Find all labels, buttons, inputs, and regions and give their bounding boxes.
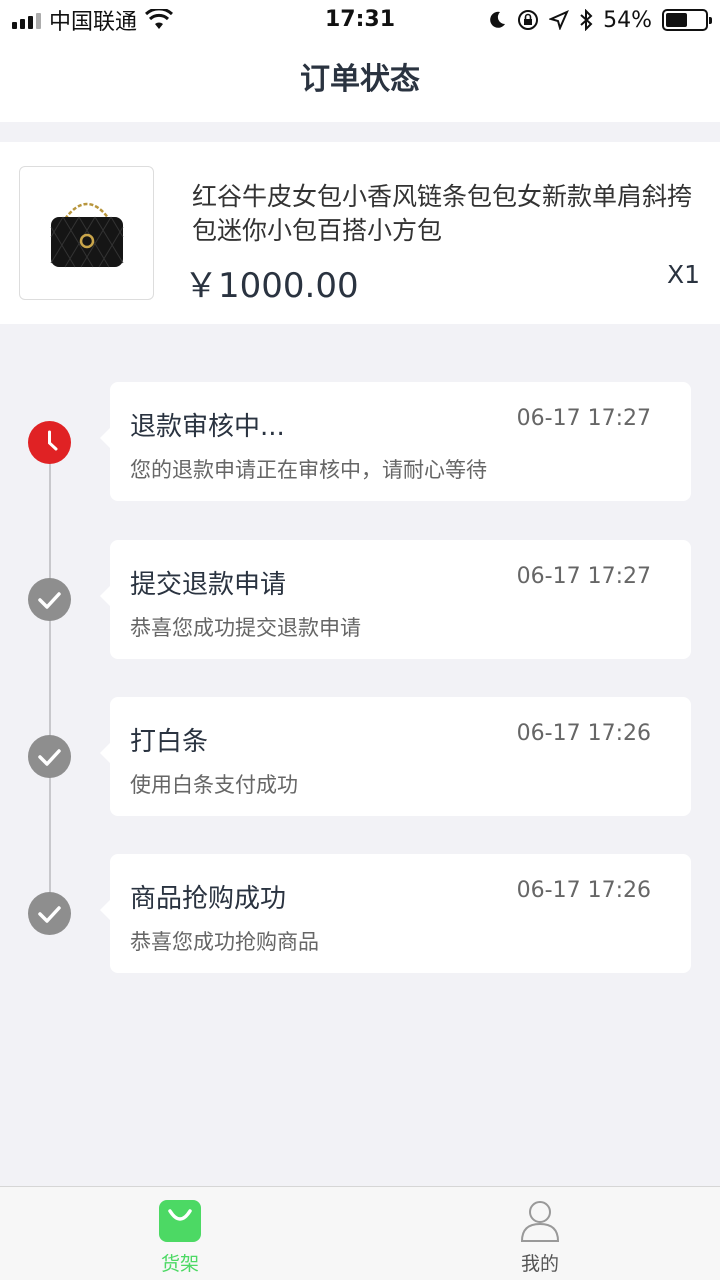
timeline-desc: 恭喜您成功抢购商品 bbox=[130, 930, 319, 954]
timeline-card: 打白条 06-17 17:26 使用白条支付成功 bbox=[100, 697, 691, 816]
page-title: 订单状态 bbox=[300, 62, 420, 97]
timeline-desc: 使用白条支付成功 bbox=[130, 773, 298, 797]
timeline-card: 提交退款申请 06-17 17:27 恭喜您成功提交退款申请 bbox=[100, 540, 691, 659]
timeline-desc: 恭喜您成功提交退款申请 bbox=[130, 616, 361, 640]
handbag-icon bbox=[50, 202, 123, 268]
timeline-time: 06-17 17:26 bbox=[516, 721, 651, 746]
timeline-title: 打白条 bbox=[130, 727, 209, 757]
timeline-time: 06-17 17:27 bbox=[516, 564, 651, 589]
check-icon bbox=[28, 892, 71, 935]
tab-shelf[interactable]: 货架 bbox=[0, 1187, 360, 1280]
timeline-card: 商品抢购成功 06-17 17:26 恭喜您成功抢购商品 bbox=[100, 854, 691, 973]
nav-bar: 订单状态 bbox=[0, 40, 720, 122]
timeline-time: 06-17 17:26 bbox=[516, 878, 651, 903]
user-icon bbox=[520, 1201, 560, 1242]
tab-mine-label: 我的 bbox=[520, 1253, 559, 1275]
clock-icon bbox=[28, 421, 71, 464]
location-icon bbox=[549, 10, 570, 30]
tab-mine[interactable]: 我的 bbox=[360, 1187, 720, 1280]
battery-percent: 54% bbox=[603, 7, 652, 33]
timeline-desc: 您的退款申请正在审核中，请耐心等待 bbox=[130, 458, 487, 482]
rotation-lock-icon bbox=[518, 10, 539, 30]
bluetooth-icon bbox=[580, 9, 593, 31]
status-bar: 中国联通 17:31 54% bbox=[0, 0, 720, 40]
timeline-card: 退款审核中... 06-17 17:27 您的退款申请正在审核中，请耐心等待 bbox=[100, 382, 691, 501]
tab-shelf-label: 货架 bbox=[160, 1253, 199, 1275]
product-title: 红谷牛皮女包小香风链条包包女新款单肩斜挎包迷你小包百搭小方包 bbox=[192, 182, 693, 245]
status-right: 54% bbox=[487, 0, 712, 40]
timeline-time: 06-17 17:27 bbox=[516, 406, 651, 431]
timeline-title: 退款审核中... bbox=[130, 412, 285, 442]
moon-icon bbox=[490, 11, 506, 28]
timeline-title: 商品抢购成功 bbox=[130, 884, 287, 914]
battery-icon bbox=[662, 9, 712, 31]
product-card[interactable]: 红谷牛皮女包小香风链条包包女新款单肩斜挎包迷你小包百搭小方包 bbox=[0, 142, 720, 324]
product-quantity: X1 bbox=[666, 260, 700, 289]
shopping-bag-icon bbox=[159, 1200, 201, 1242]
handbag-image[interactable] bbox=[19, 166, 154, 300]
timeline-title: 提交退款申请 bbox=[130, 570, 287, 600]
check-icon bbox=[28, 578, 71, 621]
battery-level bbox=[666, 13, 687, 27]
check-icon bbox=[28, 735, 71, 778]
product-price: ￥1000.00 bbox=[184, 266, 359, 306]
timeline-line bbox=[49, 440, 51, 910]
tab-bar: 货架 我的 bbox=[0, 1186, 720, 1280]
